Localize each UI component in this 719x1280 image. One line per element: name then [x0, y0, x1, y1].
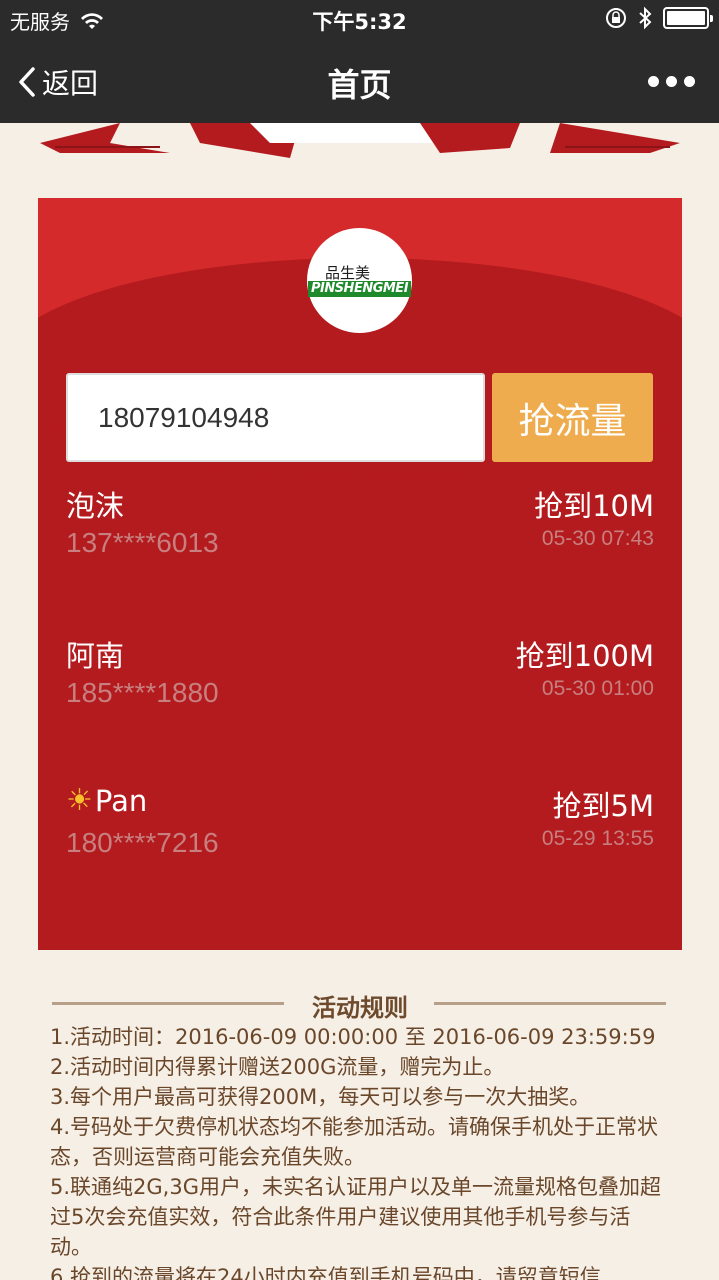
logo-chinese-text: 品生美 — [324, 263, 370, 282]
rule-item: 6.抢到的流量将在24小时内充值到手机号码中，请留意短信 — [50, 1265, 601, 1280]
winner-time: 05-30 01:00 — [541, 677, 654, 700]
winner-item: 泡沫 137****6013 抢到10M 05-30 07:43 — [66, 483, 654, 593]
winner-time: 05-30 07:43 — [541, 527, 654, 550]
phone-input[interactable] — [66, 373, 485, 462]
rotation-lock-icon — [606, 8, 626, 28]
more-icon[interactable] — [648, 76, 695, 87]
rules-list: 1.活动时间：2016-06-09 00:00:00 至 2016-06-09 … — [48, 1022, 672, 1280]
winner-item: ☀ Pan 180****7216 抢到5M 05-29 13:55 — [66, 783, 654, 893]
rules-header: 活动规则 — [48, 988, 672, 1022]
status-bar: 无服务 下午5:32 — [0, 0, 719, 40]
winner-phone: 185****1880 — [66, 677, 219, 708]
winner-amount: 抢到5M — [552, 789, 654, 823]
rule-item: 2.活动时间内得累计赠送200G流量，赠完为止。 — [50, 1055, 505, 1079]
status-icons — [605, 6, 713, 30]
battery-icon — [663, 7, 713, 29]
grab-data-button[interactable]: 抢流量 — [492, 373, 653, 462]
rules-title: 活动规则 — [312, 994, 408, 1022]
winner-phone: 137****6013 — [66, 527, 219, 558]
winner-item: 阿南 185****1880 抢到100M 05-30 01:00 — [66, 633, 654, 743]
logo-english-text: PINSHENGMEI — [307, 280, 412, 297]
winner-name: 泡沫 — [66, 489, 125, 523]
sun-icon: ☀ — [66, 783, 93, 818]
winner-phone: 180****7216 — [66, 827, 219, 858]
brand-logo: 品生美 PINSHENGMEI — [307, 228, 412, 333]
bluetooth-icon — [639, 6, 652, 30]
winner-amount: 抢到100M — [515, 639, 654, 673]
winner-amount: 抢到10M — [534, 489, 654, 523]
banner-decoration — [40, 123, 680, 158]
rules-section: 活动规则 1.活动时间：2016-06-09 00:00:00 至 2016-0… — [48, 988, 672, 1280]
rule-item: 1.活动时间：2016-06-09 00:00:00 至 2016-06-09 … — [50, 1025, 656, 1049]
winner-time: 05-29 13:55 — [541, 827, 654, 850]
page-title: 首页 — [327, 66, 392, 104]
rule-item: 5.联通纯2G,3G用户，未实名认证用户以及单一流量规格包叠加超过5次会充值实效… — [50, 1175, 661, 1259]
winner-name: 阿南 — [66, 639, 125, 673]
nav-bar: 返回 首页 — [0, 40, 719, 123]
winner-name: ☀ Pan — [66, 783, 148, 818]
divider — [434, 1002, 666, 1005]
battery-level — [667, 11, 705, 25]
rule-item: 4.号码处于欠费停机状态均不能参加活动。请确保手机处于正常状态，否则运营商可能会… — [50, 1115, 659, 1169]
red-envelope-card: 品生美 PINSHENGMEI 抢流量 泡沫 137****6013 抢到10M… — [38, 198, 682, 950]
rule-item: 3.每个用户最高可获得200M，每天可以参与一次大抽奖。 — [50, 1085, 591, 1109]
